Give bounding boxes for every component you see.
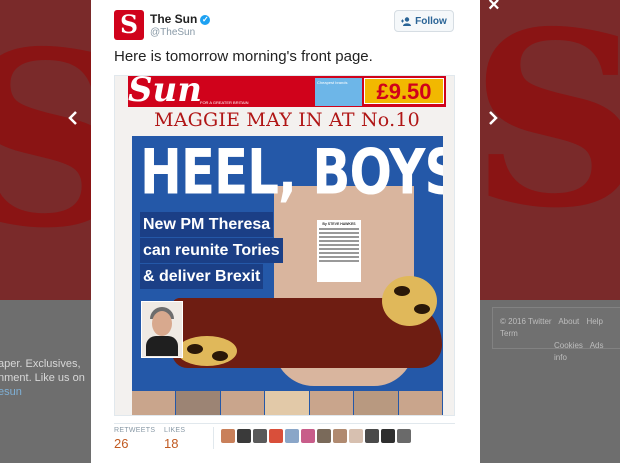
- liker-avatar[interactable]: [381, 429, 395, 443]
- follow-button[interactable]: Follow: [394, 10, 454, 32]
- masthead: Sun FOR A GREATER BRITAIN Cheapest brand…: [128, 75, 446, 110]
- prev-arrow-button[interactable]: [68, 110, 78, 130]
- liker-avatar[interactable]: [349, 429, 363, 443]
- next-arrow-button[interactable]: [488, 110, 498, 130]
- front-page-headline: HEEL, BOYS: [140, 136, 443, 209]
- leopard-patch: [382, 276, 437, 326]
- liker-avatar[interactable]: [317, 429, 331, 443]
- masthead-logo: Sun: [128, 75, 202, 110]
- liker-avatar[interactable]: [301, 429, 315, 443]
- cover-photo: HEEL, BOYS New PM Theresa can reunite To…: [132, 136, 443, 415]
- avatar-letter: S: [119, 10, 139, 39]
- subhead-line-2: can reunite Tories: [140, 238, 283, 263]
- account-handle[interactable]: @TheSun: [150, 27, 195, 38]
- subhead-line-1: New PM Theresa: [140, 212, 274, 237]
- bio-handle-link[interactable]: esun: [0, 385, 85, 399]
- liker-avatar[interactable]: [237, 429, 251, 443]
- front-page-image[interactable]: Sun FOR A GREATER BRITAIN Cheapest brand…: [114, 75, 455, 416]
- background-bio: aper. Exclusives, nment. Like us on esun: [0, 357, 85, 399]
- tweet-text: Here is tomorrow morning's front page.: [114, 48, 373, 65]
- masthead-tagline: FOR A GREATER BRITAIN: [200, 100, 249, 105]
- stats-separator: [213, 427, 214, 449]
- follow-label: Follow: [415, 15, 447, 27]
- leopard-spot: [414, 304, 430, 314]
- portrait-inset: [141, 301, 183, 358]
- promo-text: Cheapest brands: [317, 80, 348, 85]
- tweet-card: S The Sun ✓ @TheSun Follow Here is tomorr…: [91, 0, 480, 463]
- liker-avatar[interactable]: [269, 429, 283, 443]
- retweets-label: RETWEETS: [114, 427, 156, 434]
- subhead-line-3: & deliver Brexit: [140, 264, 264, 289]
- close-icon: ×: [488, 0, 500, 16]
- account-name-text: The Sun: [150, 12, 198, 26]
- likes-label: LIKES: [164, 427, 186, 434]
- leopard-spot: [187, 344, 203, 354]
- verified-icon: ✓: [200, 14, 211, 25]
- masthead-promo: Cheapest brands: [315, 78, 362, 106]
- front-page-subhead: New PM Theresa can reunite Tories & deli…: [140, 212, 283, 290]
- leopard-patch: [177, 336, 237, 366]
- column-byline: By STEVE HAWKES: [322, 222, 356, 226]
- close-button[interactable]: ×: [488, 0, 500, 17]
- liker-avatar[interactable]: [365, 429, 379, 443]
- liker-avatar[interactable]: [253, 429, 267, 443]
- masthead-price: £9.50: [364, 78, 444, 104]
- retweets-count[interactable]: 26: [114, 436, 128, 451]
- liker-avatars: [221, 429, 411, 443]
- front-page-kicker: MAGGIE MAY IN AT No.10: [154, 109, 420, 131]
- leopard-spot: [394, 286, 410, 296]
- avatar[interactable]: S: [114, 10, 144, 40]
- news-column: By STEVE HAWKES: [317, 220, 361, 282]
- bio-line-1: aper. Exclusives,: [0, 358, 81, 370]
- account-name[interactable]: The Sun ✓: [150, 12, 211, 26]
- faces-strip: [132, 391, 443, 415]
- liker-avatar[interactable]: [397, 429, 411, 443]
- background-footer-links: © 2016 Twitter About Help Term Cookies A…: [500, 316, 620, 364]
- terms-link[interactable]: Term: [500, 329, 518, 338]
- chevron-right-icon: [489, 111, 498, 125]
- likes-count[interactable]: 18: [164, 436, 178, 451]
- bio-line-2: nment. Like us on: [0, 372, 85, 384]
- stats-divider: [114, 423, 455, 424]
- about-link[interactable]: About: [558, 317, 579, 326]
- chevron-left-icon: [68, 111, 77, 125]
- add-user-icon: [401, 16, 412, 26]
- cookies-link[interactable]: Cookies: [554, 341, 583, 350]
- help-link[interactable]: Help: [586, 317, 602, 326]
- liker-avatar[interactable]: [333, 429, 347, 443]
- leopard-spot: [212, 351, 228, 361]
- liker-avatar[interactable]: [221, 429, 235, 443]
- copyright-text: © 2016 Twitter: [500, 317, 552, 326]
- liker-avatar[interactable]: [285, 429, 299, 443]
